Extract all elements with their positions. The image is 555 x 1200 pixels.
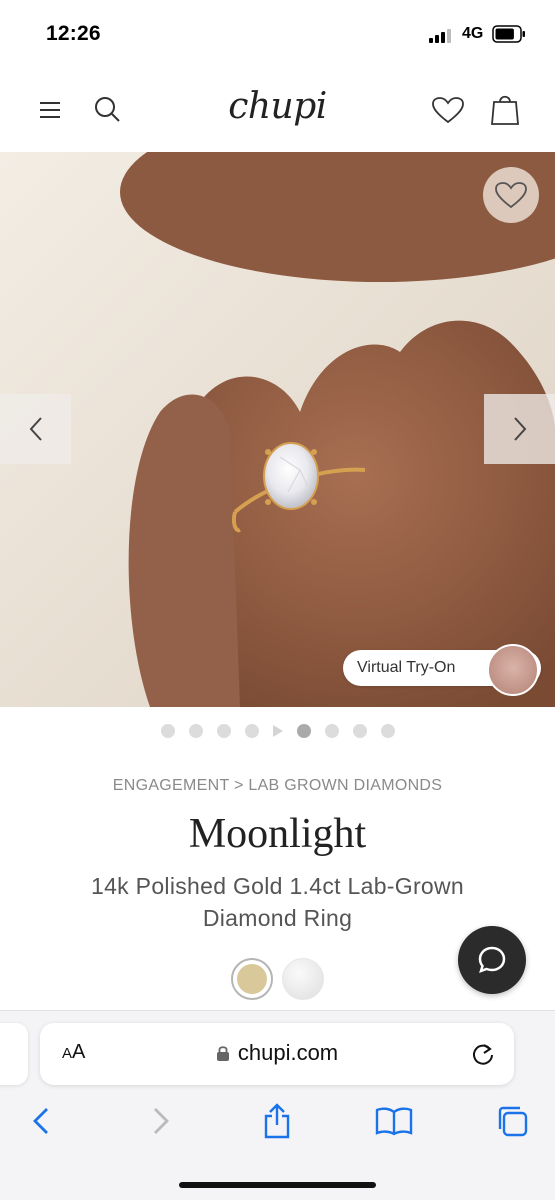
bookmarks-button[interactable] bbox=[372, 1099, 416, 1143]
url-display[interactable]: chupi.com bbox=[40, 1040, 514, 1066]
chat-button[interactable] bbox=[458, 926, 526, 994]
carousel-dot[interactable] bbox=[380, 724, 395, 738]
product-image[interactable]: Virtual Try-On bbox=[0, 152, 555, 707]
carousel-dot[interactable] bbox=[216, 724, 231, 738]
product-description: 14k Polished Gold 1.4ct Lab-Grown Diamon… bbox=[40, 870, 515, 934]
lock-icon bbox=[216, 1046, 229, 1061]
virtual-tryon-button[interactable]: Virtual Try-On bbox=[343, 644, 541, 696]
tryon-avatar bbox=[487, 644, 539, 696]
share-button[interactable] bbox=[255, 1099, 299, 1143]
back-button[interactable] bbox=[19, 1099, 63, 1143]
share-icon bbox=[264, 1103, 290, 1139]
network-label: 4G bbox=[462, 25, 484, 42]
product-description-line-2: Diamond Ring bbox=[202, 905, 353, 931]
swatch-gold-fill bbox=[237, 964, 267, 994]
url-text: chupi.com bbox=[237, 1040, 339, 1065]
chevron-left-icon bbox=[29, 417, 42, 441]
breadcrumb[interactable]: ENGAGEMENT > LAB GROWN DIAMONDS bbox=[0, 777, 555, 795]
product-title: Moonlight bbox=[188, 811, 367, 857]
virtual-tryon-label: Virtual Try-On bbox=[357, 659, 456, 676]
favorite-button[interactable] bbox=[483, 167, 539, 223]
site-header: chupi bbox=[0, 70, 555, 152]
next-image-button[interactable] bbox=[484, 394, 555, 464]
product-description-line-1: 14k Polished Gold 1.4ct Lab-Grown bbox=[91, 873, 464, 899]
carousel-dots bbox=[0, 724, 555, 738]
chevron-left-icon bbox=[33, 1108, 48, 1134]
status-bar: 12:26 4G bbox=[0, 0, 555, 70]
carousel-dot[interactable] bbox=[188, 724, 203, 738]
bag-icon[interactable] bbox=[488, 90, 522, 128]
address-bar[interactable]: AA chupi.com bbox=[40, 1023, 514, 1085]
carousel-dot[interactable] bbox=[324, 724, 339, 738]
home-indicator bbox=[179, 1182, 376, 1188]
swatch-white[interactable] bbox=[282, 958, 324, 1000]
ring-photo bbox=[0, 152, 555, 707]
reload-icon bbox=[473, 1044, 493, 1065]
site-logo[interactable]: chupi bbox=[0, 86, 555, 127]
status-time: 12:26 bbox=[46, 22, 101, 45]
carousel-dot[interactable] bbox=[160, 724, 175, 738]
previous-tab-peek[interactable] bbox=[0, 1023, 28, 1085]
tabs-button[interactable] bbox=[490, 1099, 534, 1143]
chevron-right-icon bbox=[154, 1108, 169, 1134]
signal-icon bbox=[429, 28, 455, 43]
previous-image-button[interactable] bbox=[0, 394, 71, 464]
chat-bubble-icon bbox=[478, 946, 506, 974]
battery-icon bbox=[492, 25, 525, 43]
browser-bar: AA chupi.com bbox=[0, 1010, 555, 1200]
heart-icon[interactable] bbox=[430, 94, 466, 126]
reload-button[interactable] bbox=[470, 1040, 496, 1073]
carousel-video-indicator[interactable] bbox=[272, 725, 283, 737]
browser-toolbar bbox=[0, 1099, 555, 1145]
tabs-icon bbox=[498, 1106, 528, 1137]
carousel-dot[interactable] bbox=[244, 724, 259, 738]
carousel-dot[interactable] bbox=[352, 724, 367, 738]
swatch-gold[interactable] bbox=[231, 958, 273, 1000]
carousel-dot[interactable] bbox=[296, 724, 311, 738]
book-icon bbox=[375, 1107, 413, 1136]
forward-button[interactable] bbox=[139, 1099, 183, 1143]
heart-icon bbox=[495, 182, 527, 209]
chevron-right-icon bbox=[513, 417, 526, 441]
